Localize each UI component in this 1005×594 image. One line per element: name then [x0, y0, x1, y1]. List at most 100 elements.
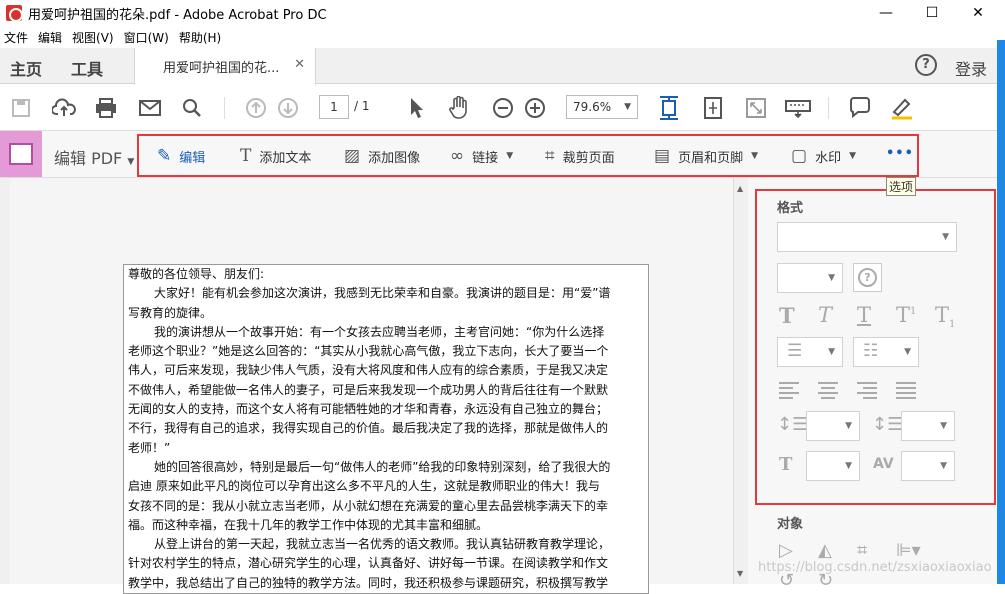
link-label: 链接: [472, 150, 499, 166]
document-text-line: 伟人，可后来发现，我缺少伟人气质，没有大将风度和伟人应有的综合素质，于是我又决定: [128, 363, 609, 378]
add-image-button[interactable]: ▨ 添加图像: [344, 146, 420, 166]
search-icon[interactable]: [179, 95, 205, 121]
pdf-page[interactable]: 尊敬的各位领导、朋友们: 大家好！能有机会参加这次演讲，我感到无比荣幸和自豪。我演…: [123, 264, 649, 594]
minimize-button[interactable]: —: [863, 0, 909, 26]
line-spacing-select[interactable]: ▼: [806, 411, 860, 441]
print-icon[interactable]: [93, 95, 119, 121]
superscript-icon[interactable]: T1: [896, 303, 916, 327]
document-text-line: 写教育的旋律。: [128, 305, 213, 320]
font-family-select[interactable]: ▼: [777, 222, 957, 252]
menu-edit[interactable]: 编辑: [38, 29, 62, 46]
edit-button[interactable]: ✎ 编辑: [157, 146, 205, 166]
highlight-pen-icon[interactable]: [889, 95, 915, 121]
document-text-line: 不做伟人，希望能做一名伟人的妻子，可是后来我发现一个成功男人的背后往往有一个默默: [128, 382, 609, 397]
main-toolbar: 1 / 1 79.6% ▼: [0, 85, 1005, 131]
menu-help[interactable]: 帮助(H): [179, 29, 221, 46]
paragraph-spacing-select[interactable]: ▼: [901, 411, 955, 441]
chevron-down-icon: ▼: [751, 151, 758, 161]
document-viewport[interactable]: 尊敬的各位领导、朋友们: 大家好！能有机会参加这次演讲，我感到无比荣幸和自豪。我演…: [0, 178, 733, 594]
flip-vertical-icon[interactable]: ▷: [779, 540, 793, 561]
character-spacing-icon: AV: [873, 456, 894, 472]
edit-pdf-label[interactable]: 编辑 PDF ▼: [54, 145, 134, 169]
header-footer-icon: ▤: [654, 146, 671, 166]
zoom-level-select[interactable]: 79.6% ▼: [566, 95, 638, 119]
page-total: / 1: [354, 99, 370, 113]
tab-document[interactable]: 用爱呵护祖国的花... ✕: [134, 48, 316, 85]
text-icon: T: [240, 146, 252, 166]
align-justify-icon[interactable]: [896, 382, 916, 399]
tab-document-label: 用爱呵护祖国的花...: [163, 61, 280, 76]
horizontal-scaling-select[interactable]: ▼: [806, 451, 860, 481]
cloud-upload-icon[interactable]: [51, 95, 77, 121]
horizontal-scaling-icon: T: [779, 454, 793, 475]
window-title: 用爱呵护祖国的花朵.pdf - Adobe Acrobat Pro DC: [28, 7, 327, 23]
scroll-down-arrow-icon[interactable]: ▼: [737, 569, 743, 578]
document-text-line: 教学中，我总结出了自己的独特的教学方法。同时，我还积极参与课题研究，积极撰写教学: [128, 575, 609, 590]
document-scrollbar[interactable]: ▲ ▼: [733, 178, 748, 584]
next-page-icon[interactable]: [275, 95, 301, 121]
bullet-list-select[interactable]: ☰ ▼: [777, 337, 843, 367]
flip-horizontal-icon[interactable]: ◭: [818, 540, 832, 561]
zoom-in-icon[interactable]: [522, 95, 548, 121]
document-text-line: 启迪 原来如此平凡的岗位可以孕育出这么多不平凡的人生，这就是教师职业的伟大！我与: [128, 479, 600, 494]
tab-tools[interactable]: 工具: [71, 56, 103, 80]
link-icon: ∞: [450, 146, 465, 166]
add-text-label: 添加文本: [259, 150, 312, 166]
email-icon[interactable]: [137, 95, 163, 121]
crop-object-icon[interactable]: ⌗: [857, 540, 867, 561]
menu-view[interactable]: 视图(V): [72, 29, 114, 46]
font-help-button[interactable]: ?: [853, 263, 882, 292]
save-icon[interactable]: [8, 95, 34, 121]
page-number-input[interactable]: 1: [319, 95, 349, 119]
document-text-line: 我的演讲想从一个故事开始：有一个女孩去应聘当老师，主考官问她：“你为什么选择: [154, 324, 605, 339]
document-text-line: 她的回答很高妙，特别是最后一句“做伟人的老师”给我的印象特别深刻，给了我很大的: [154, 459, 611, 474]
subscript-icon[interactable]: T1: [935, 303, 955, 330]
fit-page-icon[interactable]: [656, 95, 682, 121]
edit-pdf-title: 编辑 PDF: [54, 149, 123, 168]
chevron-down-icon: ▼: [828, 273, 835, 283]
bold-icon[interactable]: T: [779, 303, 795, 328]
previous-page-icon[interactable]: [243, 95, 269, 121]
document-text-line: 不行，我得有自己的追求，我得实现自己的价值。最后我决定了我的选择，那就是做伟人的: [128, 421, 609, 436]
more-options-button[interactable]: •••: [886, 146, 914, 161]
maximize-button[interactable]: ☐: [909, 0, 955, 26]
document-text-line: 老师这个职业？”她是这么回答的：“其实从小我就心高气傲，我立下志向，长大了要当一…: [128, 344, 609, 359]
close-window-button[interactable]: ✕: [955, 0, 1001, 26]
watermark-icon: ▢: [791, 146, 808, 166]
font-size-select[interactable]: ▼: [777, 263, 843, 293]
scroll-mode-icon[interactable]: [700, 95, 726, 121]
hand-tool-icon[interactable]: [446, 95, 472, 121]
zoom-out-icon[interactable]: [490, 95, 516, 121]
edit-button-label: 编辑: [179, 150, 206, 166]
crop-page-button[interactable]: ⌗ 裁剪页面: [545, 146, 615, 166]
add-image-label: 添加图像: [368, 150, 421, 166]
watermark-button[interactable]: ▢ 水印 ▼: [791, 146, 856, 166]
paragraph-spacing-icon: ↕☰: [872, 414, 904, 435]
align-center-icon[interactable]: [818, 382, 838, 399]
login-button[interactable]: 登录: [955, 56, 987, 80]
italic-icon[interactable]: T: [818, 303, 832, 327]
align-left-icon[interactable]: [779, 382, 799, 399]
format-heading: 格式: [777, 201, 804, 216]
numbered-list-select[interactable]: ☷ ▼: [853, 337, 919, 367]
underline-icon[interactable]: T: [857, 303, 871, 327]
link-button[interactable]: ∞ 链接 ▼: [450, 146, 513, 166]
close-tab-icon[interactable]: ✕: [294, 57, 305, 72]
keyboard-icon[interactable]: [785, 95, 811, 121]
crop-page-label: 裁剪页面: [562, 150, 615, 166]
scroll-up-arrow-icon[interactable]: ▲: [737, 184, 743, 193]
select-cursor-icon[interactable]: [404, 95, 430, 121]
full-screen-icon[interactable]: [743, 95, 769, 121]
comment-icon[interactable]: [847, 95, 873, 121]
align-objects-icon[interactable]: ⊫▾: [896, 540, 921, 561]
character-spacing-select[interactable]: ▼: [901, 451, 955, 481]
add-text-button[interactable]: T 添加文本: [240, 146, 311, 166]
header-footer-button[interactable]: ▤ 页眉和页脚 ▼: [654, 146, 758, 166]
object-heading: 对象: [777, 517, 804, 532]
menu-file[interactable]: 文件: [4, 29, 28, 46]
tab-home[interactable]: 主页: [10, 56, 42, 80]
help-icon[interactable]: ?: [915, 54, 937, 76]
edit-pdf-tool-icon[interactable]: [0, 131, 42, 177]
menu-window[interactable]: 窗口(W): [124, 29, 169, 46]
align-right-icon[interactable]: [857, 382, 877, 399]
